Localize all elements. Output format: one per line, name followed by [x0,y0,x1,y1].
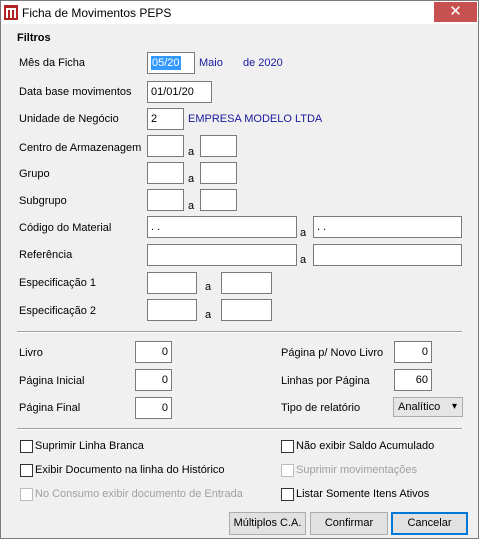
chevron-down-icon: ▾ [451,401,457,412]
unidade-label: Unidade de Negócio [19,113,119,125]
livro-label: Livro [19,347,43,359]
referencia-to-input[interactable] [313,244,462,266]
espec1-range-sep: a [205,281,212,293]
suprimir-linha-branca-checkbox[interactable] [20,440,33,453]
livro-input[interactable]: 0 [135,341,172,363]
pagina-novo-livro-input[interactable]: 0 [394,341,432,363]
espec1-label: Especificação 1 [19,277,97,289]
referencia-range-sep: a [300,254,307,266]
unidade-input[interactable]: 2 [147,108,184,130]
nao-exibir-saldo-checkbox[interactable] [281,440,294,453]
mes-ficha-input[interactable]: 05/20 [147,52,195,74]
suprimir-linha-branca-label[interactable]: Suprimir Linha Branca [35,440,144,452]
centro-from-input[interactable] [147,135,184,157]
espec1-from-input[interactable] [147,272,197,294]
peps-app-icon [4,5,18,20]
separator-report [17,428,462,430]
unidade-description: EMPRESA MODELO LTDA [188,113,323,125]
tipo-relatorio-label: Tipo de relatório [281,402,361,414]
window-title: Ficha de Movimentos PEPS [22,6,172,20]
pagina-novo-livro-label: Página p/ Novo Livro [281,347,384,359]
pagina-inicial-label: Página Inicial [19,375,85,387]
referencia-label: Referência [19,249,73,261]
dialog-window: Ficha de Movimentos PEPS ✕ Filtros Mês d… [0,0,479,539]
grupo-range-sep: a [188,173,195,185]
exibir-documento-checkbox[interactable] [20,464,33,477]
pagina-final-label: Página Final [19,402,81,414]
mes-ficha-value: 05/20 [151,56,181,70]
data-base-label: Data base movimentos [19,86,132,98]
linhas-por-pagina-input[interactable]: 60 [394,369,432,391]
suprimir-movimentacoes-checkbox [281,464,294,477]
nao-exibir-saldo-label[interactable]: Não exibir Saldo Acumulado [296,440,434,452]
espec2-label: Especificação 2 [19,305,97,317]
espec1-to-input[interactable] [221,272,272,294]
referencia-from-input[interactable] [147,244,297,266]
title-bar[interactable]: Ficha de Movimentos PEPS ✕ [1,1,478,24]
subgrupo-label: Subgrupo [19,195,67,207]
confirmar-button[interactable]: Confirmar [310,512,388,535]
centro-to-input[interactable] [200,135,237,157]
filters-group-title: Filtros [17,32,51,44]
grupo-from-input[interactable] [147,162,184,184]
consumo-documento-checkbox [20,488,33,501]
close-button[interactable]: ✕ [434,2,477,22]
centro-range-sep: a [188,146,195,158]
espec2-from-input[interactable] [147,299,197,321]
cancelar-button[interactable]: Cancelar [391,512,468,535]
suprimir-movimentacoes-label: Suprimir movimentações [296,464,418,476]
espec2-to-input[interactable] [221,299,272,321]
pagina-inicial-input[interactable]: 0 [135,369,172,391]
multiplos-ca-button[interactable]: Múltiplos C.A. [229,512,306,535]
mes-ficha-year-text: de 2020 [243,57,283,69]
subgrupo-range-sep: a [188,200,195,212]
codigo-range-sep: a [300,227,307,239]
codigo-from-input[interactable]: . . [147,216,297,238]
subgrupo-from-input[interactable] [147,189,184,211]
exibir-documento-label[interactable]: Exibir Documento na linha do Histórico [35,464,225,476]
tipo-relatorio-value: Analítico [398,401,441,413]
grupo-label: Grupo [19,168,50,180]
consumo-documento-label: No Consumo exibir documento de Entrada [35,488,243,500]
separator-filters [17,331,462,333]
listar-ativos-checkbox[interactable] [281,488,294,501]
pagina-final-input[interactable]: 0 [135,397,172,419]
subgrupo-to-input[interactable] [200,189,237,211]
linhas-por-pagina-label: Linhas por Página [281,375,370,387]
grupo-to-input[interactable] [200,162,237,184]
mes-ficha-month-name: Maio [199,57,223,69]
mes-ficha-label: Mês da Ficha [19,57,86,69]
espec2-range-sep: a [205,309,212,321]
centro-label: Centro de Armazenagem [19,142,142,154]
tipo-relatorio-select[interactable]: Analítico ▾ [393,397,463,417]
codigo-to-input[interactable]: . . [313,216,462,238]
codigo-label: Código do Material [19,222,112,234]
close-icon: ✕ [449,3,462,20]
data-base-input[interactable]: 01/01/20 [147,81,212,103]
listar-ativos-label[interactable]: Listar Somente Itens Ativos [296,488,429,500]
